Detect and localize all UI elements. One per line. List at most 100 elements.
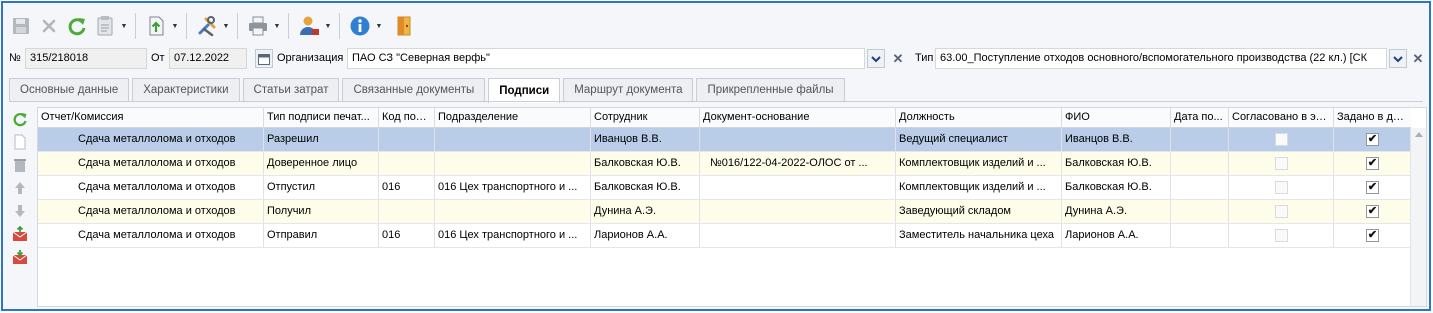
cell-sign-type: Доверенное лицо: [264, 152, 379, 175]
tab-related-documents[interactable]: Связанные документы: [342, 78, 486, 101]
receive-mail-button[interactable]: [9, 245, 31, 268]
document-type-field[interactable]: 63.00_Поступление отходов основного/вспо…: [935, 48, 1387, 69]
set-in-document-checkbox[interactable]: ✔: [1366, 205, 1379, 218]
move-down-icon: [15, 204, 25, 217]
user-button[interactable]: [295, 11, 323, 41]
send-mail-icon: [12, 225, 28, 241]
agreed-checkbox[interactable]: [1274, 133, 1288, 146]
document-header-fields: № 315/218018 От 07.12.2022 Организация П…: [7, 48, 1427, 70]
table-row[interactable]: Сдача металлолома и отходов Доверенное л…: [38, 152, 1411, 176]
tab-main-data[interactable]: Основные данные: [9, 78, 130, 101]
close-icon: ✕: [892, 50, 904, 66]
tab-document-route[interactable]: Маршрут документа: [563, 78, 694, 101]
table-row[interactable]: Сдача металлолома и отходов Получил Дуни…: [38, 200, 1411, 224]
column-header-code[interactable]: Код под...: [379, 108, 435, 128]
vertical-scrollbar[interactable]: [1410, 128, 1426, 306]
table-row[interactable]: Сдача металлолома и отходов Отправил 016…: [38, 224, 1411, 248]
document-date-field[interactable]: 07.12.2022: [169, 48, 247, 69]
column-header-sign-type[interactable]: Тип подписи печат...: [264, 108, 379, 128]
tab-bar: Основные данные Характеристики Статьи за…: [9, 78, 848, 103]
cell-position: Комплектовщик изделий и ...: [896, 176, 1062, 199]
cell-basis-document: [700, 128, 896, 151]
export-dropdown-arrow[interactable]: ▼: [170, 11, 180, 41]
cell-full-name: Дунина А.Э.: [1062, 200, 1171, 223]
column-header-position[interactable]: Должность: [896, 108, 1062, 128]
set-in-document-checkbox[interactable]: ✔: [1366, 229, 1379, 242]
cell-agreed: [1229, 224, 1334, 247]
column-header-set-in-document[interactable]: Задано в до...: [1334, 108, 1411, 128]
column-header-basis-document[interactable]: Документ-основание: [700, 108, 896, 128]
grid-refresh-button[interactable]: [9, 107, 31, 130]
tab-characteristics[interactable]: Характеристики: [132, 78, 240, 101]
agreed-checkbox[interactable]: [1274, 205, 1288, 218]
delete-icon: [14, 158, 26, 172]
move-down-button[interactable]: [9, 199, 31, 222]
new-icon: [14, 134, 26, 149]
organization-field[interactable]: ПАО СЗ "Северная верфь": [347, 48, 865, 69]
print-dropdown-arrow[interactable]: ▼: [272, 11, 282, 41]
user-dropdown-arrow[interactable]: ▼: [323, 11, 333, 41]
organization-clear-button[interactable]: ✕: [889, 49, 907, 68]
cell-commission: Сдача металлолома и отходов: [38, 176, 264, 199]
copy-button[interactable]: [91, 11, 119, 41]
chevron-down-icon: [871, 55, 881, 62]
info-dropdown-arrow[interactable]: ▼: [374, 11, 384, 41]
tools-dropdown-arrow[interactable]: ▼: [221, 11, 231, 41]
tab-cost-items[interactable]: Статьи затрат: [242, 78, 340, 101]
column-header-department[interactable]: Подразделение: [435, 108, 591, 128]
table-row[interactable]: Сдача металлолома и отходов Разрешил Ива…: [38, 128, 1411, 152]
move-up-button[interactable]: [9, 176, 31, 199]
info-button[interactable]: [346, 11, 374, 41]
column-header-employee[interactable]: Сотрудник: [591, 108, 700, 128]
agreed-checkbox[interactable]: [1274, 229, 1288, 242]
copy-dropdown-arrow[interactable]: ▼: [119, 11, 129, 41]
export-button[interactable]: [142, 11, 170, 41]
cancel-button[interactable]: [35, 11, 63, 41]
organization-dropdown-button[interactable]: [867, 49, 885, 68]
delete-row-button[interactable]: [9, 153, 31, 176]
new-row-button[interactable]: [9, 130, 31, 153]
toolbar-divider: [135, 13, 136, 39]
send-mail-button[interactable]: [9, 222, 31, 245]
save-button[interactable]: [7, 11, 35, 41]
scroll-up-icon[interactable]: [1415, 132, 1423, 137]
document-number-field[interactable]: 315/218018: [25, 48, 147, 69]
move-up-icon: [15, 181, 25, 194]
agreed-checkbox[interactable]: [1274, 157, 1288, 170]
type-dropdown-button[interactable]: [1389, 49, 1407, 68]
set-in-document-checkbox[interactable]: ✔: [1366, 133, 1379, 146]
export-icon: [149, 16, 164, 36]
column-header-full-name[interactable]: ФИО: [1062, 108, 1171, 128]
toolbar-divider: [339, 13, 340, 39]
tab-divider: [9, 101, 1423, 102]
cell-set-in-document: ✔: [1334, 176, 1411, 199]
user-icon: [300, 16, 319, 35]
cell-full-name: Балковская Ю.В.: [1062, 152, 1171, 175]
cell-code: [379, 128, 435, 151]
info-icon: [350, 16, 370, 36]
tab-signatures[interactable]: Подписи: [488, 78, 561, 103]
type-clear-button[interactable]: ✕: [1409, 49, 1427, 68]
cell-sign-type: Разрешил: [264, 128, 379, 151]
set-in-document-checkbox[interactable]: ✔: [1366, 157, 1379, 170]
tab-attached-files[interactable]: Прикрепленные файлы: [696, 78, 845, 101]
exit-button[interactable]: [390, 11, 418, 41]
agreed-checkbox[interactable]: [1274, 181, 1288, 194]
close-icon: ✕: [1412, 50, 1424, 66]
cell-employee: Дунина А.Э.: [591, 200, 700, 223]
cell-full-name: Балковская Ю.В.: [1062, 176, 1171, 199]
print-icon: [249, 16, 267, 36]
calendar-button[interactable]: [255, 49, 273, 68]
column-header-agreed[interactable]: Согласовано в эл...: [1229, 108, 1334, 128]
set-in-document-checkbox[interactable]: ✔: [1366, 181, 1379, 194]
column-header-date[interactable]: Дата по...: [1171, 108, 1229, 128]
column-header-commission[interactable]: Отчет/Комиссия: [38, 108, 264, 128]
print-button[interactable]: [244, 11, 272, 41]
cell-date: [1171, 152, 1229, 175]
tools-button[interactable]: [193, 11, 221, 41]
cell-commission: Сдача металлолома и отходов: [38, 128, 264, 151]
table-row[interactable]: Сдача металлолома и отходов Отпустил 016…: [38, 176, 1411, 200]
cell-employee: Иванцов В.В.: [591, 128, 700, 151]
refresh-button[interactable]: [63, 11, 91, 41]
table-header: Отчет/Комиссия Тип подписи печат... Код …: [38, 108, 1411, 128]
